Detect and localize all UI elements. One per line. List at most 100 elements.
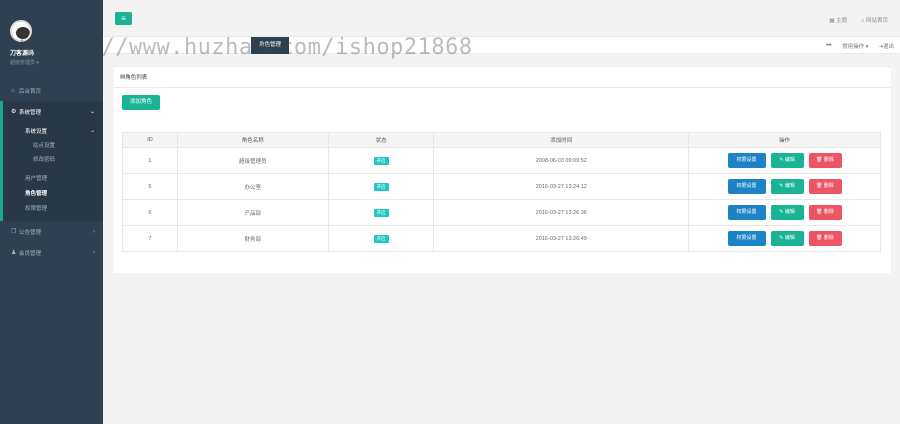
- sidebar-item-system-settings[interactable]: 系统设置 ⌄: [3, 124, 103, 138]
- trash-icon: 🗑: [816, 209, 824, 215]
- delete-label: 删除: [823, 183, 834, 189]
- column-header-time: 添加时间: [433, 132, 690, 148]
- sidebar-item-permissions[interactable]: 权限管理: [3, 200, 103, 215]
- cell-actions: 权限设置 ✎ 编辑 🗑 删除: [688, 173, 881, 200]
- row-actions: 权限设置 ✎ 编辑 🗑 删除: [689, 231, 880, 246]
- role-list-panel: ▤ 角色列表 添加角色 ID 角色名称 状态 添加时间 操作 1 超级管理员 开启 2…: [114, 66, 891, 273]
- sidebar-item-system[interactable]: ⚙ 系统管理 ⌄: [0, 101, 103, 122]
- cell-id: 6: [122, 199, 178, 226]
- sidebar-item-label: 后台首页: [19, 88, 42, 95]
- sidebar-item-site-settings[interactable]: 站点设置: [3, 138, 103, 152]
- edit-button[interactable]: ✎ 编辑: [770, 179, 804, 194]
- cell-id: 5: [122, 173, 178, 200]
- edit-button[interactable]: ✎ 编辑: [770, 153, 804, 168]
- status-badge: 开启: [373, 182, 389, 191]
- theme-link[interactable]: ▦ 主题: [829, 16, 847, 24]
- role-table-body: 1 超级管理员 开启 2008-06-03 09:09:52 权限设置 ✎ 编辑 🗑 删除 5…: [122, 147, 881, 252]
- permission-settings-button[interactable]: 权限设置: [727, 205, 766, 220]
- logout-button[interactable]: ⇥退出: [878, 42, 894, 50]
- edit-button[interactable]: ✎ 编辑: [770, 231, 804, 246]
- tabs-bar: 角色管理 ▸▸ 常用操作 ▾ ⇥退出: [103, 37, 900, 54]
- edit-button[interactable]: ✎ 编辑: [770, 205, 804, 220]
- site-home-link[interactable]: ⌂ 网站首页: [861, 16, 888, 24]
- gear-icon: ⚙: [11, 109, 17, 115]
- delete-button[interactable]: 🗑 删除: [808, 179, 842, 194]
- topbar-links: ▦ 主题 ⌂ 网站首页: [829, 16, 888, 24]
- chevron-down-icon: ⌄: [90, 128, 95, 134]
- logout-label: 退出: [882, 44, 894, 50]
- profile: 刀客源码 超级管理员 ▾: [0, 0, 103, 80]
- status-badge: 开启: [373, 208, 389, 217]
- table-row: 6 产品部 开启 2016-03-27 13:26:36 权限设置 ✎ 编辑 🗑 删除: [122, 199, 881, 226]
- tab-scroll-right-button[interactable]: ▸▸: [827, 42, 833, 50]
- column-header-actions: 操作: [688, 132, 881, 148]
- table-row: 7 财务部 开启 2016-03-27 13:26:49 权限设置 ✎ 编辑 🗑 删除: [122, 225, 881, 252]
- delete-button[interactable]: 🗑 删除: [808, 153, 842, 168]
- delete-label: 删除: [823, 157, 834, 163]
- delete-button[interactable]: 🗑 删除: [808, 231, 842, 246]
- home-icon: ⌂: [11, 87, 15, 94]
- theme-label: 主题: [836, 18, 848, 24]
- row-actions: 权限设置 ✎ 编辑 🗑 删除: [689, 153, 880, 168]
- permission-settings-button[interactable]: 权限设置: [727, 231, 766, 246]
- cell-time: 2016-03-27 13:26:36: [433, 199, 690, 226]
- delete-button[interactable]: 🗑 删除: [808, 205, 842, 220]
- cell-name: 超级管理员: [176, 147, 329, 174]
- user-icon: ♟: [11, 250, 17, 256]
- cell-time: 2016-03-27 13:24:12: [433, 173, 690, 200]
- cell-id: 1: [122, 147, 178, 174]
- delete-label: 删除: [823, 235, 834, 241]
- edit-label: 编辑: [784, 235, 795, 241]
- delete-label: 删除: [823, 209, 834, 215]
- table-row: 5 办公室 开启 2016-03-27 13:24:12 权限设置 ✎ 编辑 🗑 删除: [122, 173, 881, 200]
- sidebar-item-roles[interactable]: 角色管理: [3, 185, 103, 200]
- sidebar-item-home[interactable]: ⌂ 后台首页: [0, 80, 103, 101]
- row-actions: 权限设置 ✎ 编辑 🗑 删除: [689, 205, 880, 220]
- permission-settings-button[interactable]: 权限设置: [727, 179, 766, 194]
- role-table: ID 角色名称 状态 添加时间 操作 1 超级管理员 开启 2008-06-03 09…: [122, 132, 881, 252]
- tabs-right-controls: ▸▸ 常用操作 ▾ ⇥退出: [827, 42, 894, 50]
- panel-title: ▤ 角色列表: [114, 67, 891, 88]
- sidebar-item-label: 公告管理: [19, 229, 42, 236]
- sidebar: 刀客源码 超级管理员 ▾ ⌂ 后台首页 ⚙ 系统管理 ⌄ 系统设置 ⌄ 站点设置…: [0, 0, 103, 424]
- tab-roles[interactable]: 角色管理: [251, 37, 289, 54]
- cell-actions: 权限设置 ✎ 编辑 🗑 删除: [688, 199, 881, 226]
- menu-toggle-button[interactable]: ≡: [115, 12, 132, 25]
- tab-ops-dropdown[interactable]: 常用操作 ▾: [842, 42, 868, 50]
- chevron-down-icon: ⌄: [89, 109, 95, 115]
- sidebar-item-users[interactable]: 用户管理: [3, 170, 103, 185]
- avatar[interactable]: [10, 20, 32, 42]
- table-row: 1 超级管理员 开启 2008-06-03 09:09:52 权限设置 ✎ 编辑 🗑 删除: [122, 147, 881, 174]
- topbar: ≡ ▦ 主题 ⌂ 网站首页: [103, 0, 900, 37]
- sidebar-item-label: 系统设置: [25, 129, 48, 135]
- column-header-status: 状态: [327, 132, 435, 148]
- column-header-name: 角色名称: [176, 132, 329, 148]
- chevron-right-icon: ›: [93, 228, 95, 235]
- cell-status: 开启: [327, 225, 435, 252]
- sidebar-item-change-password[interactable]: 修改密码: [3, 152, 103, 166]
- trash-icon: 🗑: [816, 235, 824, 241]
- sidebar-submenu-system: 系统设置 ⌄ 站点设置 修改密码 用户管理 角色管理 权限管理: [0, 122, 103, 221]
- edit-label: 编辑: [784, 209, 795, 215]
- row-actions: 权限设置 ✎ 编辑 🗑 删除: [689, 179, 880, 194]
- cell-id: 7: [122, 225, 178, 252]
- column-header-id: ID: [122, 132, 178, 148]
- sidebar-item-members[interactable]: ♟ 会员管理 ›: [0, 242, 103, 263]
- edit-label: 编辑: [784, 183, 795, 189]
- cell-actions: 权限设置 ✎ 编辑 🗑 删除: [688, 147, 881, 174]
- panel-title-text: 角色列表: [125, 75, 148, 81]
- cell-status: 开启: [327, 173, 435, 200]
- sidebar-item-label: 系统管理: [19, 109, 42, 116]
- cell-status: 开启: [327, 147, 435, 174]
- permission-settings-button[interactable]: 权限设置: [727, 153, 766, 168]
- status-badge: 开启: [373, 234, 389, 243]
- profile-role-dropdown[interactable]: 超级管理员 ▾: [10, 59, 103, 66]
- trash-icon: 🗑: [816, 183, 824, 189]
- sidebar-item-label: 会员管理: [19, 250, 42, 257]
- profile-name: 刀客源码: [10, 51, 35, 57]
- add-role-button[interactable]: 添加角色: [122, 95, 160, 110]
- cell-name: 财务部: [176, 225, 329, 252]
- sidebar-item-notice[interactable]: ❐ 公告管理 ›: [0, 221, 103, 242]
- cell-time: 2008-06-03 09:09:52: [433, 147, 690, 174]
- cell-time: 2016-03-27 13:26:49: [433, 225, 690, 252]
